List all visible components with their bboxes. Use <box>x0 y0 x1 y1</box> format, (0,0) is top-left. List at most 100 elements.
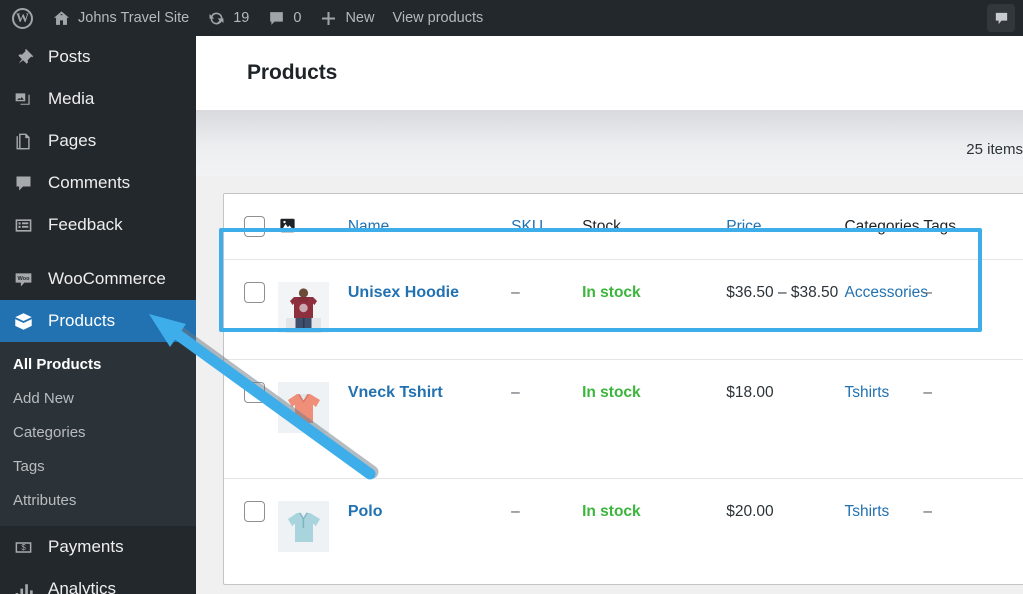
table-row[interactable]: Unisex Hoodie – In stock $36.50 – $38.50… <box>224 259 1023 360</box>
comment-icon <box>270 11 284 25</box>
select-all-header[interactable] <box>224 194 278 260</box>
analytics-icon <box>11 577 35 594</box>
submenu-item-attributes[interactable]: Attributes <box>0 484 196 518</box>
products-icon <box>11 309 35 333</box>
sidebar-item-label: Products <box>48 311 116 330</box>
svg-text:$: $ <box>21 543 26 552</box>
polo-shirt-thumbnail <box>278 501 330 552</box>
page-title: Products <box>247 61 338 84</box>
name-column-header[interactable]: Name <box>348 194 511 260</box>
comments-count: 0 <box>293 10 302 26</box>
row-categories-cell[interactable]: Tshirts <box>844 478 924 584</box>
content-area: Products 25 items Name SKU Stock Price C… <box>196 36 1023 594</box>
admin-sidebar: Posts Media Pages Comments Feedback Woo … <box>0 36 196 594</box>
row-categories-cell[interactable]: Tshirts <box>844 359 924 479</box>
sidebar-item-label: Media <box>48 89 95 108</box>
sidebar-item-label: Comments <box>48 173 131 192</box>
row-thumbnail-cell <box>278 478 348 584</box>
product-name-link[interactable]: Vneck Tshirt <box>348 384 443 401</box>
submenu-item-label: Attributes <box>13 492 77 509</box>
row-tags-cell: – <box>923 259 1023 360</box>
payments-icon: $ <box>11 535 35 559</box>
row-stock-cell: In stock <box>582 359 727 479</box>
category-link[interactable]: Accessories <box>844 284 928 301</box>
products-submenu: All Products Add New Categories Tags Att… <box>0 342 196 526</box>
view-products-link[interactable]: View products <box>383 0 492 36</box>
wordpress-logo-icon <box>12 7 33 29</box>
comments-menu[interactable]: 0 <box>258 0 310 36</box>
stock-status: In stock <box>582 284 641 301</box>
row-price-cell: $18.00 <box>726 359 845 479</box>
sidebar-item-analytics[interactable]: Analytics <box>0 568 196 594</box>
submenu-item-add-new[interactable]: Add New <box>0 382 196 416</box>
image-icon <box>280 218 295 233</box>
row-name-cell[interactable]: Polo <box>347 478 512 584</box>
view-products-label: View products <box>392 10 484 26</box>
price-column-header[interactable]: Price <box>726 194 844 260</box>
sku-column-header[interactable]: SKU <box>511 194 582 260</box>
stock-status: In stock <box>582 384 641 401</box>
sidebar-item-payments[interactable]: $ Payments <box>0 526 196 568</box>
row-select-cell[interactable] <box>224 259 279 360</box>
pin-icon <box>11 45 35 69</box>
sidebar-item-media[interactable]: Media <box>0 78 196 120</box>
row-sku-cell: – <box>511 359 583 479</box>
submenu-item-all-products[interactable]: All Products <box>0 348 196 382</box>
updates-menu[interactable]: 19 <box>198 0 258 36</box>
sidebar-item-posts[interactable]: Posts <box>0 36 196 78</box>
item-count-label: 25 items <box>966 141 1023 158</box>
products-table-container: Name SKU Stock Price Categories Tags Uni… <box>223 193 1023 585</box>
row-categories-cell[interactable]: Accessories <box>844 259 928 360</box>
select-all-checkbox[interactable] <box>244 216 265 237</box>
row-checkbox[interactable] <box>244 501 265 522</box>
product-name-link[interactable]: Unisex Hoodie <box>348 284 459 301</box>
products-table: Name SKU Stock Price Categories Tags Uni… <box>224 194 1023 584</box>
table-header-row: Name SKU Stock Price Categories Tags <box>224 194 1023 260</box>
plus-icon <box>322 11 336 25</box>
row-name-cell[interactable]: Unisex Hoodie <box>347 259 512 360</box>
submenu-item-categories[interactable]: Categories <box>0 416 196 450</box>
submenu-item-tags[interactable]: Tags <box>0 450 196 484</box>
sidebar-item-feedback[interactable]: Feedback <box>0 204 196 246</box>
row-stock-cell: In stock <box>582 478 727 584</box>
svg-text:Woo: Woo <box>17 276 30 282</box>
sidebar-item-label: Payments <box>48 537 124 556</box>
sidebar-item-woocommerce[interactable]: Woo WooCommerce <box>0 258 196 300</box>
submenu-item-label: Categories <box>13 424 86 441</box>
category-link[interactable]: Tshirts <box>844 384 889 401</box>
table-head: Name SKU Stock Price Categories Tags <box>224 194 1023 260</box>
row-price-cell: $36.50 – $38.50 <box>726 259 845 360</box>
row-select-cell[interactable] <box>224 359 279 479</box>
row-thumbnail-cell <box>278 259 348 360</box>
row-checkbox[interactable] <box>244 282 265 303</box>
sidebar-item-products[interactable]: Products <box>0 300 196 342</box>
product-name-link[interactable]: Polo <box>348 503 383 520</box>
vneck-tshirt-thumbnail <box>278 382 330 433</box>
sidebar-item-comments[interactable]: Comments <box>0 162 196 204</box>
wordpress-logo-button[interactable] <box>0 0 43 36</box>
pages-icon <box>11 129 35 153</box>
site-name-menu[interactable]: Johns Travel Site <box>43 0 198 36</box>
categories-column-header: Categories <box>844 218 920 235</box>
updates-count: 19 <box>233 10 250 26</box>
submenu-item-label: All Products <box>13 356 102 373</box>
table-row[interactable]: Polo – In stock $20.00 Tshirts – <box>224 478 1023 584</box>
tags-column-header: Tags <box>923 218 957 235</box>
sidebar-divider <box>0 246 196 258</box>
submenu-item-label: Tags <box>13 458 45 475</box>
list-toolbar: 25 items <box>196 111 1023 176</box>
row-select-cell[interactable] <box>224 478 279 584</box>
new-content-menu[interactable]: New <box>310 0 383 36</box>
row-sku-cell: – <box>511 259 583 360</box>
table-row[interactable]: Vneck Tshirt – In stock $18.00 Tshirts – <box>224 359 1023 479</box>
new-label: New <box>345 10 375 26</box>
category-link[interactable]: Tshirts <box>844 503 889 520</box>
comment-icon <box>11 171 35 195</box>
sidebar-item-pages[interactable]: Pages <box>0 120 196 162</box>
row-checkbox[interactable] <box>244 382 265 403</box>
feedback-button[interactable] <box>987 4 1015 32</box>
row-name-cell[interactable]: Vneck Tshirt <box>347 359 512 479</box>
row-tags-cell: – <box>923 359 1023 479</box>
hoodie-thumbnail <box>278 282 330 333</box>
site-name-label: Johns Travel Site <box>78 10 190 26</box>
